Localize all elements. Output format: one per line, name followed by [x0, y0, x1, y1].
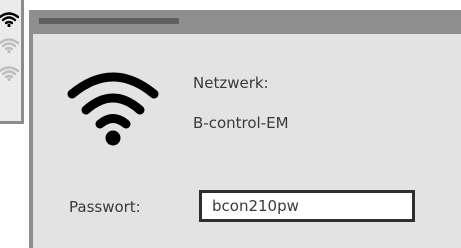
dialog-titlebar	[33, 14, 461, 34]
network-label: Netzwerk:	[193, 74, 269, 92]
network-name: B-control-EM	[193, 114, 289, 132]
password-field[interactable]	[199, 190, 415, 222]
titlebar-strip	[39, 18, 179, 24]
wifi-icon	[67, 72, 159, 146]
password-label: Passwort:	[69, 198, 141, 216]
wifi-icon	[0, 12, 19, 27]
screen: Netzwerk: B-control-EM Passwort:	[0, 0, 461, 248]
wifi-icon	[0, 66, 19, 81]
background-network-list	[0, 0, 24, 124]
network-dialog: Netzwerk: B-control-EM Passwort:	[29, 10, 461, 248]
wifi-icon	[0, 38, 19, 53]
